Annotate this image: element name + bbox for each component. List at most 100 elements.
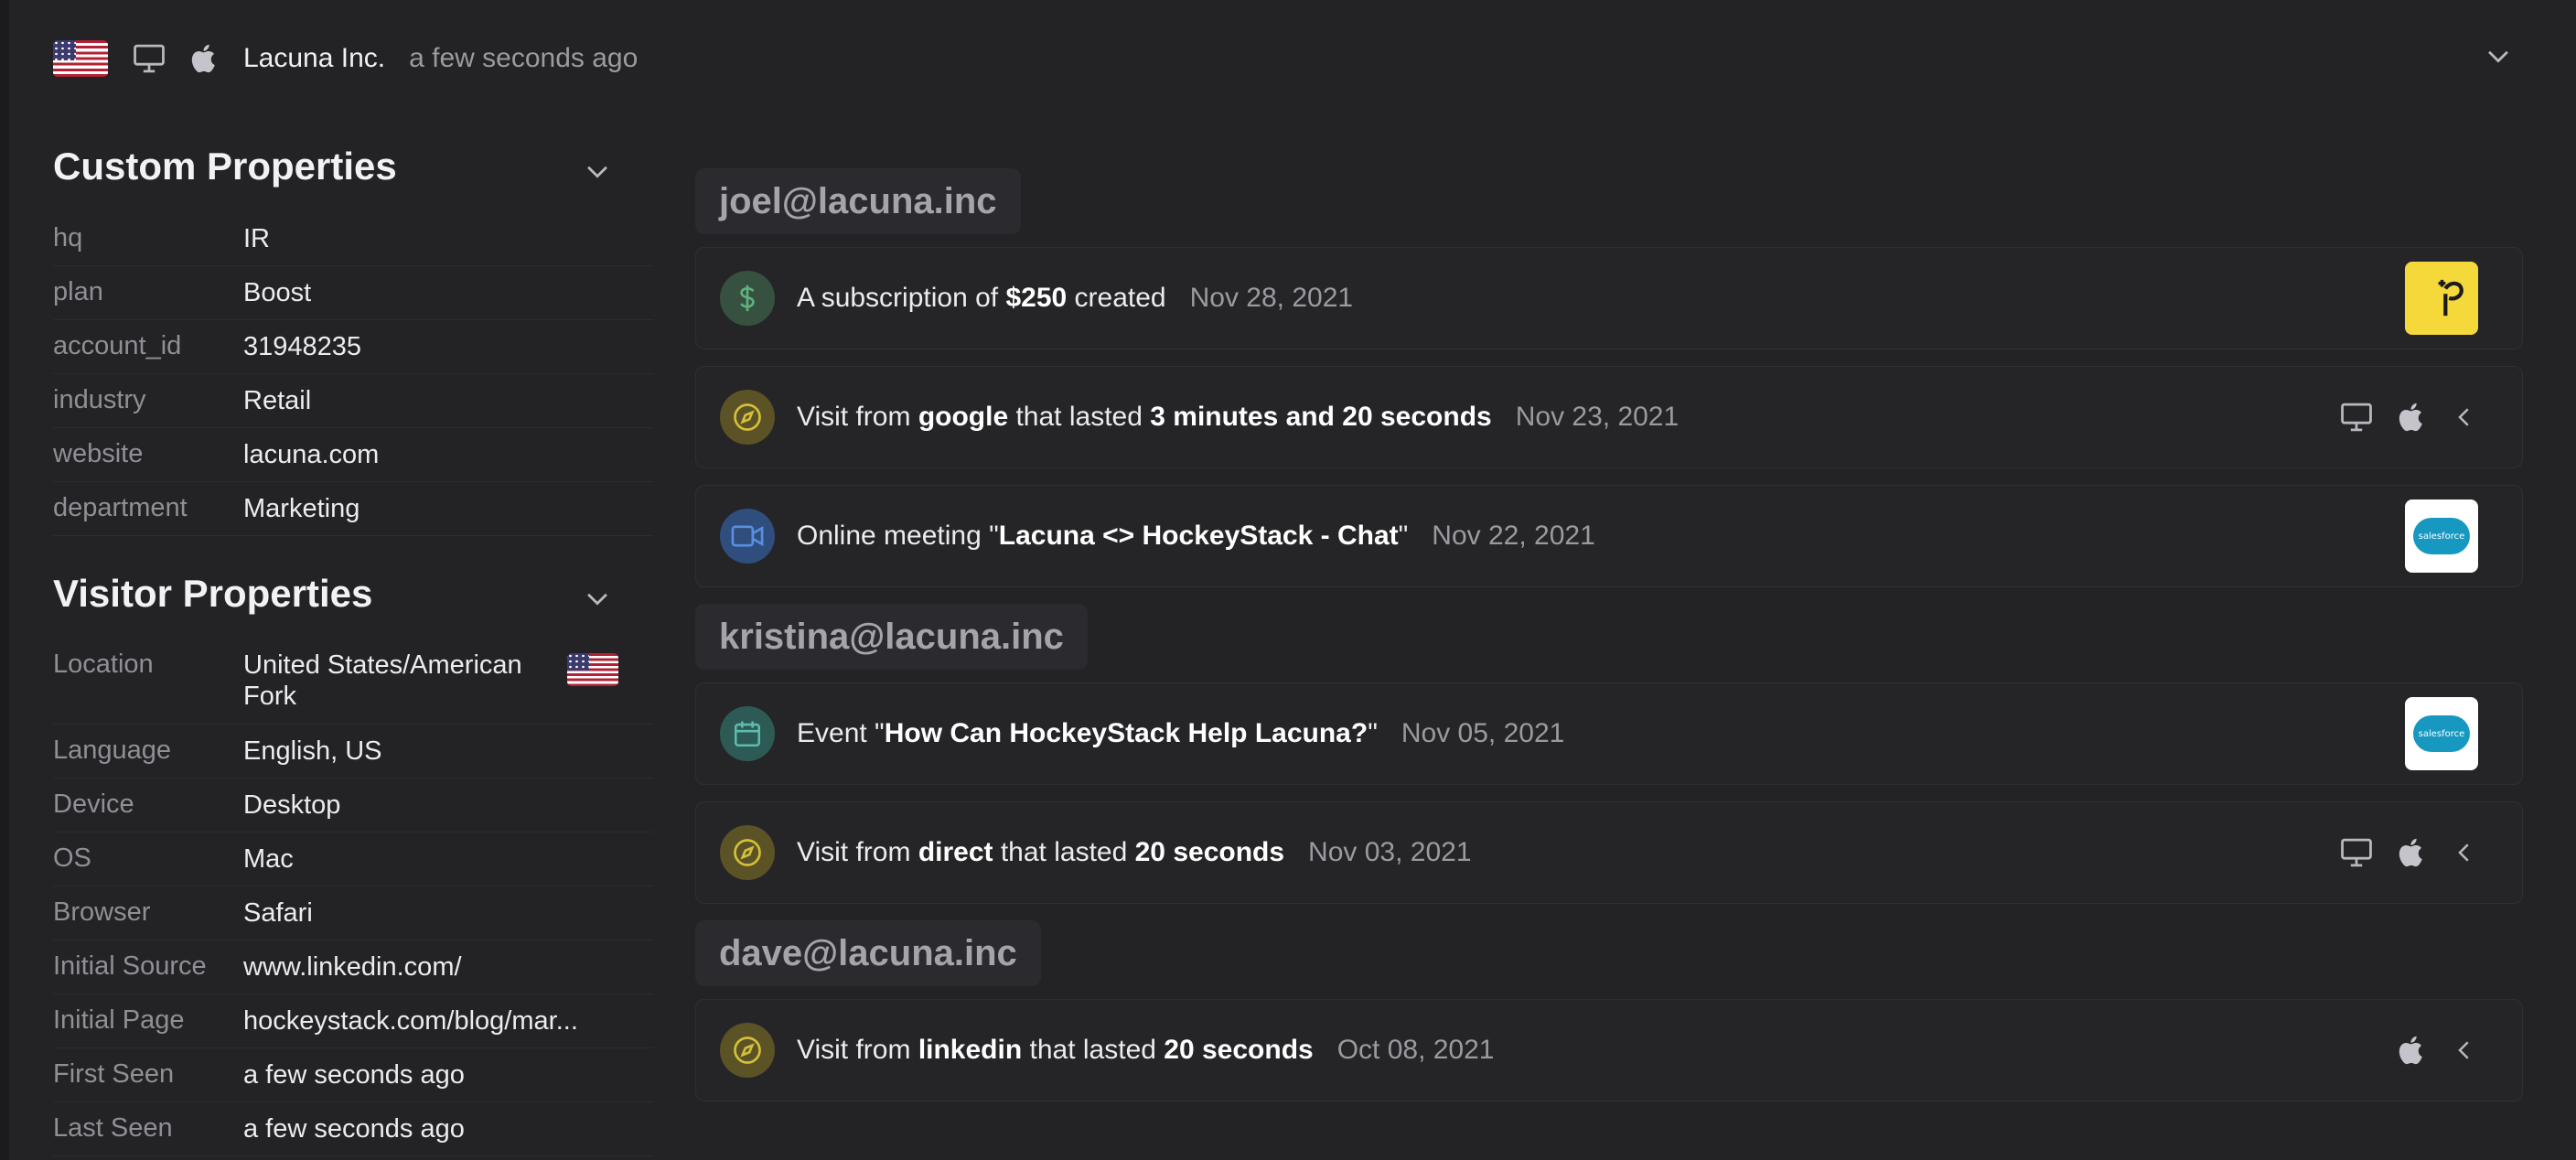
property-key: Initial Page bbox=[53, 1005, 185, 1035]
property-row: industry Retail bbox=[53, 374, 653, 428]
property-value: lacuna.com bbox=[243, 440, 380, 469]
event-text: Visit from direct that lasted 20 seconds bbox=[797, 837, 1285, 867]
property-row: Initial Source www.linkedin.com/ bbox=[53, 940, 653, 994]
property-key: Location bbox=[53, 650, 154, 679]
us-flag-icon bbox=[567, 653, 618, 686]
event-date: Oct 08, 2021 bbox=[1336, 1035, 1495, 1065]
property-row: account_id 31948235 bbox=[53, 320, 653, 374]
video-icon bbox=[720, 509, 775, 564]
property-value: 31948235 bbox=[243, 332, 362, 361]
event-source: salesforce bbox=[2405, 683, 2478, 784]
salesforce-logo-icon: salesforce bbox=[2405, 697, 2478, 770]
property-row: Language English, US bbox=[53, 725, 653, 779]
property-row: plan Boost bbox=[53, 266, 653, 320]
event-device-icons bbox=[2374, 1000, 2478, 1101]
visitor-properties-chevron-icon[interactable] bbox=[582, 583, 613, 614]
event-source: salesforce bbox=[2405, 486, 2478, 586]
property-row: Initial Page hockeystack.com/blog/mar... bbox=[53, 994, 653, 1048]
event-date: Nov 28, 2021 bbox=[1189, 283, 1354, 313]
property-value: www.linkedin.com/ bbox=[243, 952, 462, 982]
property-key: Last Seen bbox=[53, 1113, 173, 1143]
apple-icon bbox=[188, 40, 221, 77]
property-key: department bbox=[53, 493, 188, 522]
property-value: Boost bbox=[243, 278, 312, 307]
property-row: Last Seen a few seconds ago bbox=[53, 1102, 653, 1156]
property-row: website lacuna.com bbox=[53, 428, 653, 482]
chevron-left-icon[interactable] bbox=[2429, 402, 2478, 433]
desktop-icon bbox=[2317, 837, 2374, 868]
last-seen-time: a few seconds ago bbox=[409, 43, 639, 73]
custom-properties-chevron-icon[interactable] bbox=[582, 156, 613, 187]
custom-properties-list: hq IR plan Boost account_id 31948235 indust… bbox=[53, 212, 653, 536]
desktop-icon bbox=[2317, 402, 2374, 433]
compass-icon bbox=[720, 825, 775, 880]
company-name[interactable]: Lacuna Inc. bbox=[243, 43, 385, 74]
timeline-event[interactable]: Online meeting "Lacuna <> HockeyStack - … bbox=[695, 485, 2523, 587]
chevron-left-icon[interactable] bbox=[2429, 837, 2478, 868]
compass-icon bbox=[720, 390, 775, 445]
property-value: Mac bbox=[243, 844, 294, 874]
compass-icon bbox=[720, 1023, 775, 1078]
desktop-icon bbox=[132, 43, 166, 74]
event-date: Nov 22, 2021 bbox=[1432, 521, 1595, 551]
property-row: Location United States/American Fork bbox=[53, 639, 653, 725]
property-value: Desktop bbox=[243, 790, 341, 820]
profile-header: Lacuna Inc. a few seconds ago bbox=[53, 31, 638, 86]
timeline-event[interactable]: Event "How Can HockeyStack Help Lacuna?"… bbox=[695, 682, 2523, 785]
event-date: Nov 03, 2021 bbox=[1308, 837, 1472, 867]
timeline-event[interactable]: Visit from google that lasted 3 minutes … bbox=[695, 366, 2523, 468]
property-value: hockeystack.com/blog/mar... bbox=[243, 1006, 578, 1036]
calendar-icon bbox=[720, 706, 775, 761]
visitor-properties-title: Visitor Properties bbox=[53, 572, 373, 615]
chevron-left-icon[interactable] bbox=[2429, 1035, 2478, 1066]
user-email-tag[interactable]: dave@lacuna.inc bbox=[695, 920, 1041, 986]
property-row: Device Desktop bbox=[53, 779, 653, 832]
event-date: Nov 05, 2021 bbox=[1401, 718, 1565, 748]
property-row: hq IR bbox=[53, 212, 653, 266]
property-value: English, US bbox=[243, 736, 382, 766]
user-email-tag[interactable]: joel@lacuna.inc bbox=[695, 168, 1021, 234]
property-key: Language bbox=[53, 736, 172, 765]
us-flag-icon bbox=[53, 40, 108, 77]
property-key: Browser bbox=[53, 897, 151, 927]
property-key: First Seen bbox=[53, 1059, 175, 1089]
apple-icon bbox=[2374, 1032, 2429, 1069]
event-text: A subscription of $250 created bbox=[797, 283, 1166, 313]
property-key: website bbox=[53, 439, 144, 468]
property-value: a few seconds ago bbox=[243, 1060, 465, 1090]
property-value: United States/American Fork bbox=[243, 650, 522, 711]
salesforce-logo-icon: salesforce bbox=[2405, 499, 2478, 573]
property-key: OS bbox=[53, 843, 91, 873]
user-email-tag[interactable]: kristina@lacuna.inc bbox=[695, 604, 1088, 670]
property-value: Safari bbox=[243, 898, 313, 928]
collapse-chevron-icon[interactable] bbox=[2483, 40, 2514, 71]
event-text: Event "How Can HockeyStack Help Lacuna?" bbox=[797, 718, 1378, 748]
dollar-icon bbox=[720, 271, 775, 326]
property-key: industry bbox=[53, 385, 146, 414]
property-row: Browser Safari bbox=[53, 886, 653, 940]
property-row: First Seen a few seconds ago bbox=[53, 1048, 653, 1102]
property-key: Device bbox=[53, 789, 134, 819]
timeline-event[interactable]: Visit from linkedin that lasted 20 secon… bbox=[695, 999, 2523, 1101]
event-source bbox=[2405, 248, 2478, 349]
property-key: plan bbox=[53, 277, 103, 306]
property-value: IR bbox=[243, 224, 270, 253]
property-value: a few seconds ago bbox=[243, 1114, 465, 1144]
event-device-icons bbox=[2317, 367, 2478, 467]
property-key: account_id bbox=[53, 331, 182, 360]
property-row: OS Mac bbox=[53, 832, 653, 886]
custom-properties-title: Custom Properties bbox=[53, 145, 397, 188]
event-device-icons bbox=[2317, 802, 2478, 903]
property-key: hq bbox=[53, 223, 83, 252]
event-text: Visit from linkedin that lasted 20 secon… bbox=[797, 1035, 1314, 1065]
timeline-event[interactable]: A subscription of $250 created Nov 28, 2… bbox=[695, 247, 2523, 349]
event-text: Visit from google that lasted 3 minutes … bbox=[797, 402, 1492, 432]
event-date: Nov 23, 2021 bbox=[1515, 402, 1680, 432]
paddle-logo-icon bbox=[2405, 262, 2478, 335]
property-value: Retail bbox=[243, 386, 312, 415]
timeline-event[interactable]: Visit from direct that lasted 20 seconds… bbox=[695, 801, 2523, 904]
location-value-wrap: United States/American Fork bbox=[243, 650, 639, 712]
property-row: department Marketing bbox=[53, 482, 653, 536]
apple-icon bbox=[2374, 399, 2429, 435]
left-edge bbox=[0, 0, 9, 1160]
